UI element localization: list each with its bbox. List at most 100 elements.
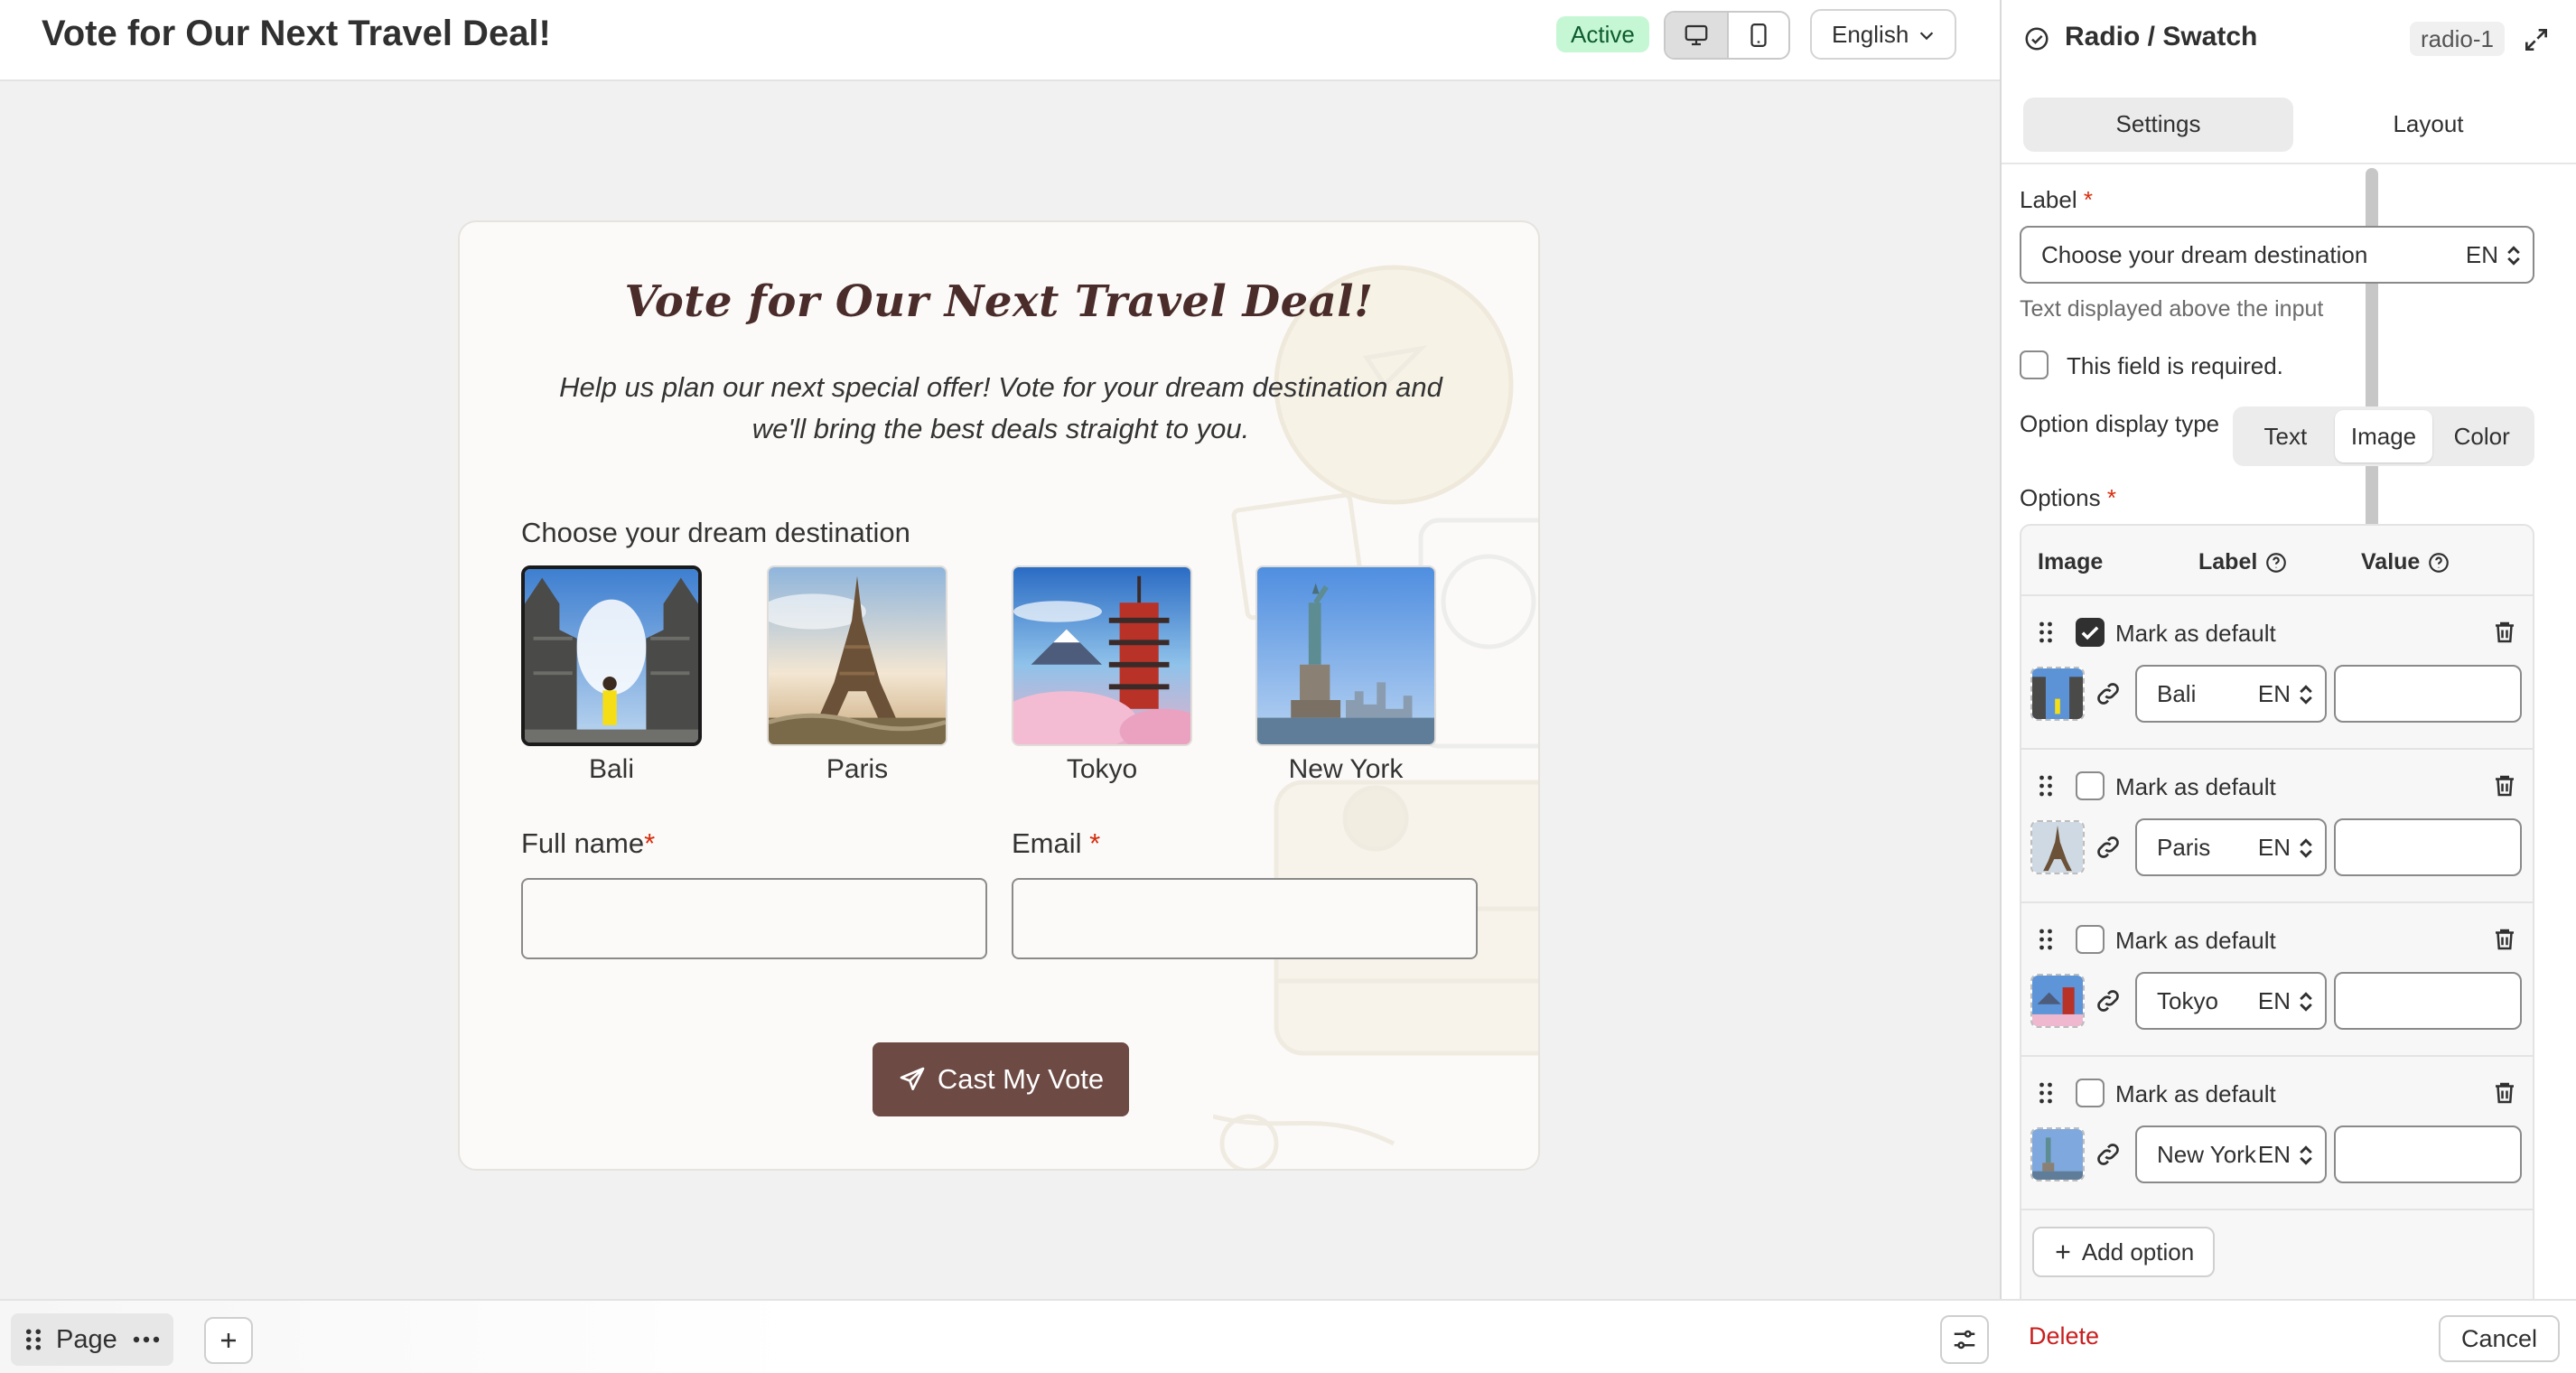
trash-icon[interactable] [2491, 771, 2518, 800]
drag-handle-icon[interactable] [23, 1327, 43, 1352]
destination-swatch-tokyo[interactable]: Tokyo [1012, 565, 1192, 786]
trash-icon[interactable] [2491, 1079, 2518, 1107]
required-checkbox[interactable] [2020, 350, 2049, 379]
drag-handle-icon[interactable] [2038, 773, 2054, 799]
option-value-input[interactable] [2334, 972, 2522, 1030]
updown-chevron-icon[interactable] [2298, 683, 2314, 706]
email-input[interactable] [1012, 878, 1478, 959]
option-label-input[interactable]: New York EN [2135, 1125, 2327, 1183]
mobile-icon [1750, 23, 1767, 47]
language-select[interactable]: English [1810, 9, 1956, 60]
option-label-input[interactable]: Paris EN [2135, 818, 2327, 876]
option-label-value: New York [2157, 1141, 2256, 1168]
row-divider [2021, 1209, 2533, 1210]
fullname-input[interactable] [521, 878, 987, 959]
help-icon[interactable] [2264, 551, 2288, 574]
option-value-input[interactable] [2334, 1125, 2522, 1183]
link-icon[interactable] [2094, 986, 2123, 1015]
option-lang-code: EN [2257, 1141, 2291, 1168]
destination-swatch-paris[interactable]: Paris [767, 565, 947, 786]
form-subheading: Help us plan our next special offer! Vot… [559, 371, 1442, 444]
mark-default-checkbox[interactable] [2076, 771, 2105, 800]
destination-swatch-bali[interactable]: Bali [521, 565, 702, 786]
desktop-view-button[interactable] [1666, 13, 1727, 58]
mark-default-checkbox[interactable] [2076, 618, 2105, 647]
option-label-value: Bali [2157, 680, 2197, 707]
view-toggle [1664, 11, 1790, 60]
fullname-label-text: Full name [521, 827, 645, 859]
display-type-color[interactable]: Color [2432, 410, 2531, 462]
sliders-icon [1954, 1330, 1975, 1350]
options-title-text: Options [2020, 484, 2101, 511]
column-header-image-text: Image [2038, 549, 2104, 574]
drag-handle-icon[interactable] [2038, 620, 2054, 645]
add-option-label: Add option [2081, 1238, 2195, 1266]
label-input-value: Choose your dream destination [2041, 241, 2368, 268]
column-header-label: Label [2198, 549, 2288, 575]
mobile-view-button[interactable] [1727, 13, 1788, 58]
required-mark: * [2083, 186, 2093, 213]
option-lang-code: EN [2257, 680, 2291, 707]
label-input[interactable]: Choose your dream destination EN [2020, 226, 2534, 284]
language-value: English [1832, 21, 1909, 48]
help-icon[interactable] [2427, 551, 2450, 574]
row-divider [2021, 594, 2533, 596]
drag-handle-icon[interactable] [2038, 1080, 2054, 1106]
required-mark: * [1089, 827, 1101, 859]
link-icon[interactable] [2094, 1140, 2123, 1169]
option-lang-code: EN [2257, 834, 2291, 861]
trash-icon[interactable] [2491, 925, 2518, 954]
check-icon [2081, 626, 2099, 640]
paris-image [767, 565, 947, 746]
mark-default-label: Mark as default [2115, 773, 2276, 800]
trash-icon[interactable] [2491, 618, 2518, 647]
option-value-input[interactable] [2334, 665, 2522, 723]
drag-handle-icon[interactable] [2038, 927, 2054, 952]
label-field-title-text: Label [2020, 186, 2077, 213]
add-option-button[interactable]: Add option [2032, 1227, 2215, 1277]
mark-default-checkbox[interactable] [2076, 1079, 2105, 1107]
mark-default-checkbox[interactable] [2076, 925, 2105, 954]
updown-chevron-icon[interactable] [2298, 836, 2314, 860]
page-label: Page [56, 1324, 117, 1354]
option-value-input[interactable] [2334, 818, 2522, 876]
option-image-thumb[interactable] [2030, 820, 2085, 874]
status-badge: Active [1556, 16, 1649, 52]
option-label-input[interactable]: Tokyo EN [2135, 972, 2327, 1030]
option-image-thumb[interactable] [2030, 667, 2085, 721]
option-image-thumb[interactable] [2030, 974, 2085, 1028]
delete-button[interactable]: Delete [2029, 1322, 2099, 1350]
panel-tabs: Settings Layout [2023, 98, 2563, 152]
fullname-label: Full name* [521, 827, 655, 860]
mark-default-label: Mark as default [2115, 927, 2276, 954]
cast-vote-button[interactable]: Cast My Vote [873, 1042, 1129, 1116]
option-label-input[interactable]: Bali EN [2135, 665, 2327, 723]
column-header-label-text: Label [2198, 549, 2258, 574]
form-card: Vote for Our Next Travel Deal! Help us p… [458, 220, 1540, 1171]
page-tab[interactable]: Page [11, 1313, 173, 1366]
display-type-image[interactable]: Image [2334, 410, 2433, 462]
cancel-button[interactable]: Cancel [2439, 1315, 2560, 1362]
destination-question-label: Choose your dream destination [521, 517, 910, 548]
updown-chevron-icon[interactable] [2298, 990, 2314, 1013]
updown-chevron-icon[interactable] [2298, 1144, 2314, 1167]
add-page-button[interactable] [204, 1317, 253, 1364]
updown-chevron-icon[interactable] [2506, 244, 2522, 267]
tab-settings[interactable]: Settings [2023, 98, 2293, 152]
link-icon[interactable] [2094, 833, 2123, 862]
label-help-text: Text displayed above the input [2020, 296, 2324, 322]
desktop-icon [1685, 24, 1708, 46]
expand-icon[interactable] [2522, 25, 2551, 54]
option-image-thumb[interactable] [2030, 1127, 2085, 1182]
row-divider [2021, 1055, 2533, 1057]
destination-swatch-new-york[interactable]: New York [1255, 565, 1436, 786]
swatch-label-bali: Bali [588, 754, 635, 784]
panel-header: Radio / Swatch radio-1 [2002, 0, 2576, 81]
tab-layout[interactable]: Layout [2293, 98, 2563, 152]
link-icon[interactable] [2094, 679, 2123, 708]
options-title: Options * [2020, 484, 2116, 512]
display-type-text[interactable]: Text [2236, 410, 2335, 462]
more-icon[interactable] [132, 1335, 161, 1344]
settings-adjust-button[interactable] [1940, 1315, 1989, 1364]
label-field-title: Label * [2020, 186, 2093, 214]
